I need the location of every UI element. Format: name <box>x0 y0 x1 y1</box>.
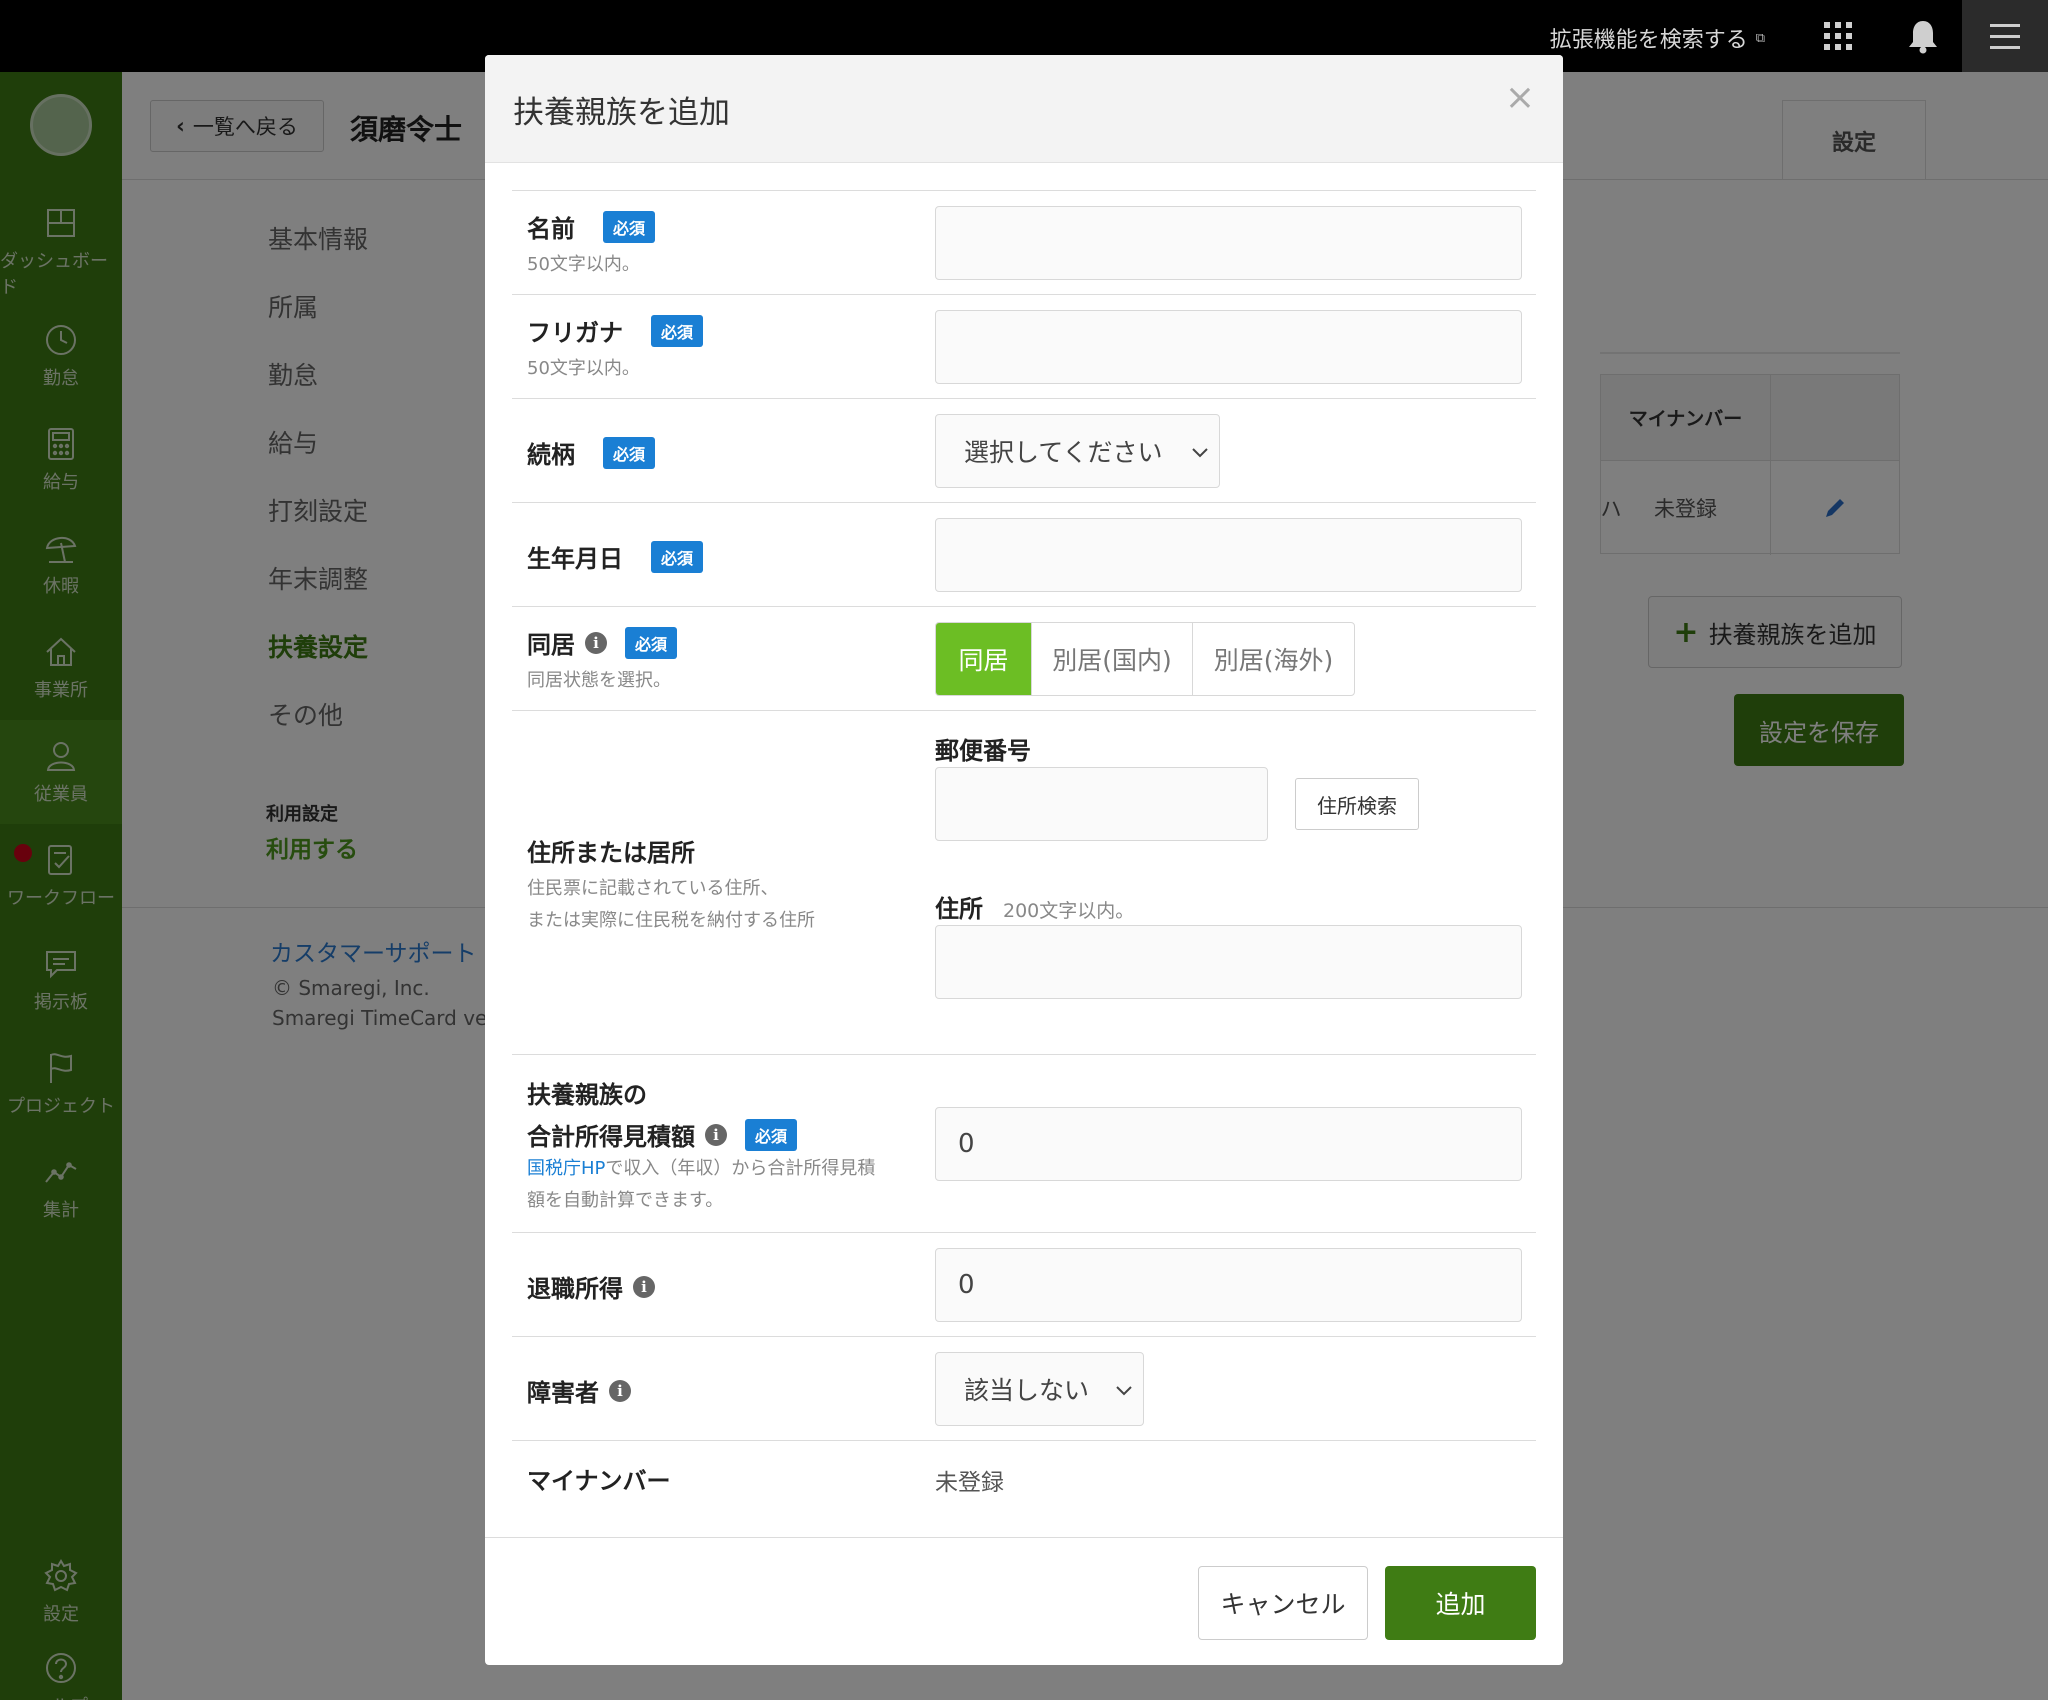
modal-footer: キャンセル 追加 <box>485 1537 1563 1665</box>
income-hint-text1: で収入（年収）から合計所得見積 <box>605 1158 876 1179</box>
disability-select[interactable]: 該当しない <box>935 1352 1144 1426</box>
name-input[interactable] <box>935 206 1522 280</box>
form-row-cohabitation: 同居 i 必須 同居状態を選択。 同居 別居(国内) 別居(海外) <box>512 606 1536 710</box>
add-dependent-modal: 扶養親族を追加 × 名前 必須 50文字以内。 フリガナ 必須 50文字以内。 … <box>485 55 1563 1665</box>
address-hint-line2: または実際に住民税を納付する住所 <box>527 910 815 931</box>
required-badge: 必須 <box>651 540 704 573</box>
birthdate-label: 生年月日 必須 <box>527 539 704 574</box>
income-label-text: 合計所得見積額 <box>527 1123 695 1151</box>
address-field-hint: 200文字以内。 <box>1003 900 1135 922</box>
modal-header: 扶養親族を追加 × <box>485 55 1563 163</box>
disability-selected: 該当しない <box>964 1376 1090 1405</box>
form-row-birthdate: 生年月日 必須 <box>512 502 1536 606</box>
cohabitation-option-overseas[interactable]: 別居(海外) <box>1192 623 1354 695</box>
retirement-label-text: 退職所得 <box>527 1275 623 1303</box>
income-label-line1: 扶養親族の <box>527 1081 647 1109</box>
info-icon[interactable]: i <box>705 1123 727 1146</box>
disability-label-text: 障害者 <box>527 1379 599 1407</box>
form-row-retirement: 退職所得 i 0 <box>512 1232 1536 1336</box>
address-field-label: 住所 200文字以内。 <box>935 889 1134 924</box>
birthdate-label-text: 生年月日 <box>527 545 623 573</box>
address-field-label-text: 住所 <box>935 895 983 923</box>
retirement-income-input[interactable]: 0 <box>935 1248 1522 1322</box>
name-hint: 50文字以内。 <box>527 254 640 275</box>
form-row-mynumber: マイナンバー 未登録 <box>512 1440 1536 1537</box>
required-badge: 必須 <box>651 314 704 347</box>
zip-label: 郵便番号 <box>935 737 1031 765</box>
furigana-label: フリガナ 必須 <box>527 313 704 348</box>
form-row-furigana: フリガナ 必須 50文字以内。 <box>512 294 1536 398</box>
hamburger-menu-icon[interactable] <box>1962 0 2048 72</box>
zip-input[interactable] <box>935 767 1268 841</box>
name-label-text: 名前 <box>527 215 575 243</box>
furigana-hint: 50文字以内。 <box>527 358 640 379</box>
nta-website-link[interactable]: 国税庁HP <box>527 1158 605 1179</box>
address-hint-line1: 住民票に記載されている住所、 <box>527 878 779 899</box>
required-badge: 必須 <box>745 1118 798 1151</box>
birthdate-input[interactable] <box>935 518 1522 592</box>
add-button[interactable]: 追加 <box>1385 1566 1536 1640</box>
retirement-label: 退職所得 i <box>527 1269 655 1304</box>
external-link-icon: ⧉ <box>1755 30 1765 46</box>
furigana-input[interactable] <box>935 310 1522 384</box>
relationship-selected: 選択してください <box>964 438 1163 467</box>
chevron-down-icon <box>1116 1386 1132 1396</box>
required-badge: 必須 <box>603 210 656 243</box>
relationship-select[interactable]: 選択してください <box>935 414 1220 488</box>
income-hint-text2: 額を自動計算できます。 <box>527 1190 724 1211</box>
extension-search-link[interactable]: 拡張機能を検索する ⧉ <box>1550 22 1765 54</box>
name-label: 名前 必須 <box>527 209 656 244</box>
bell-icon[interactable] <box>1906 18 1940 54</box>
cohabitation-option-together[interactable]: 同居 <box>936 623 1031 695</box>
relationship-label-text: 続柄 <box>527 441 575 469</box>
address-input[interactable] <box>935 925 1522 999</box>
form-row-address: 住所または居所 住民票に記載されている住所、 または実際に住民税を納付する住所 … <box>512 710 1536 1054</box>
cohabitation-segmented-control: 同居 別居(国内) 別居(海外) <box>935 622 1355 696</box>
chevron-down-icon <box>1192 448 1208 458</box>
info-icon[interactable]: i <box>585 631 607 654</box>
address-search-button[interactable]: 住所検索 <box>1295 778 1419 830</box>
relationship-label: 続柄 必須 <box>527 435 656 470</box>
mynumber-value: 未登録 <box>935 1470 1004 1496</box>
cohabitation-option-domestic[interactable]: 別居(国内) <box>1031 623 1192 695</box>
close-icon[interactable]: × <box>1505 77 1535 118</box>
info-icon[interactable]: i <box>609 1379 631 1402</box>
cohabitation-label-text: 同居 <box>527 631 575 659</box>
form-row-disability: 障害者 i 該当しない <box>512 1336 1536 1440</box>
mynumber-label: マイナンバー <box>527 1467 671 1495</box>
modal-title: 扶養親族を追加 <box>513 95 730 131</box>
address-label: 住所または居所 <box>527 839 695 867</box>
furigana-label-text: フリガナ <box>527 319 623 347</box>
income-label-line2: 合計所得見積額 i 必須 <box>527 1117 798 1152</box>
form-row-income: 扶養親族の 合計所得見積額 i 必須 国税庁HPで収入（年収）から合計所得見積 … <box>512 1054 1536 1232</box>
required-badge: 必須 <box>625 626 678 659</box>
cancel-button[interactable]: キャンセル <box>1198 1566 1368 1640</box>
form-row-relationship: 続柄 必須 選択してください <box>512 398 1536 502</box>
cohabitation-label: 同居 i 必須 <box>527 625 678 660</box>
disability-label: 障害者 i <box>527 1373 631 1408</box>
income-hint: 国税庁HPで収入（年収）から合計所得見積 額を自動計算できます。 <box>527 1153 927 1217</box>
form-row-name: 名前 必須 50文字以内。 <box>512 190 1536 294</box>
info-icon[interactable]: i <box>633 1275 655 1298</box>
extension-search-label: 拡張機能を検索する <box>1549 28 1748 53</box>
apps-grid-icon[interactable] <box>1824 22 1852 50</box>
cohabitation-hint: 同居状態を選択。 <box>527 670 671 691</box>
required-badge: 必須 <box>603 436 656 469</box>
income-estimate-input[interactable]: 0 <box>935 1107 1522 1181</box>
